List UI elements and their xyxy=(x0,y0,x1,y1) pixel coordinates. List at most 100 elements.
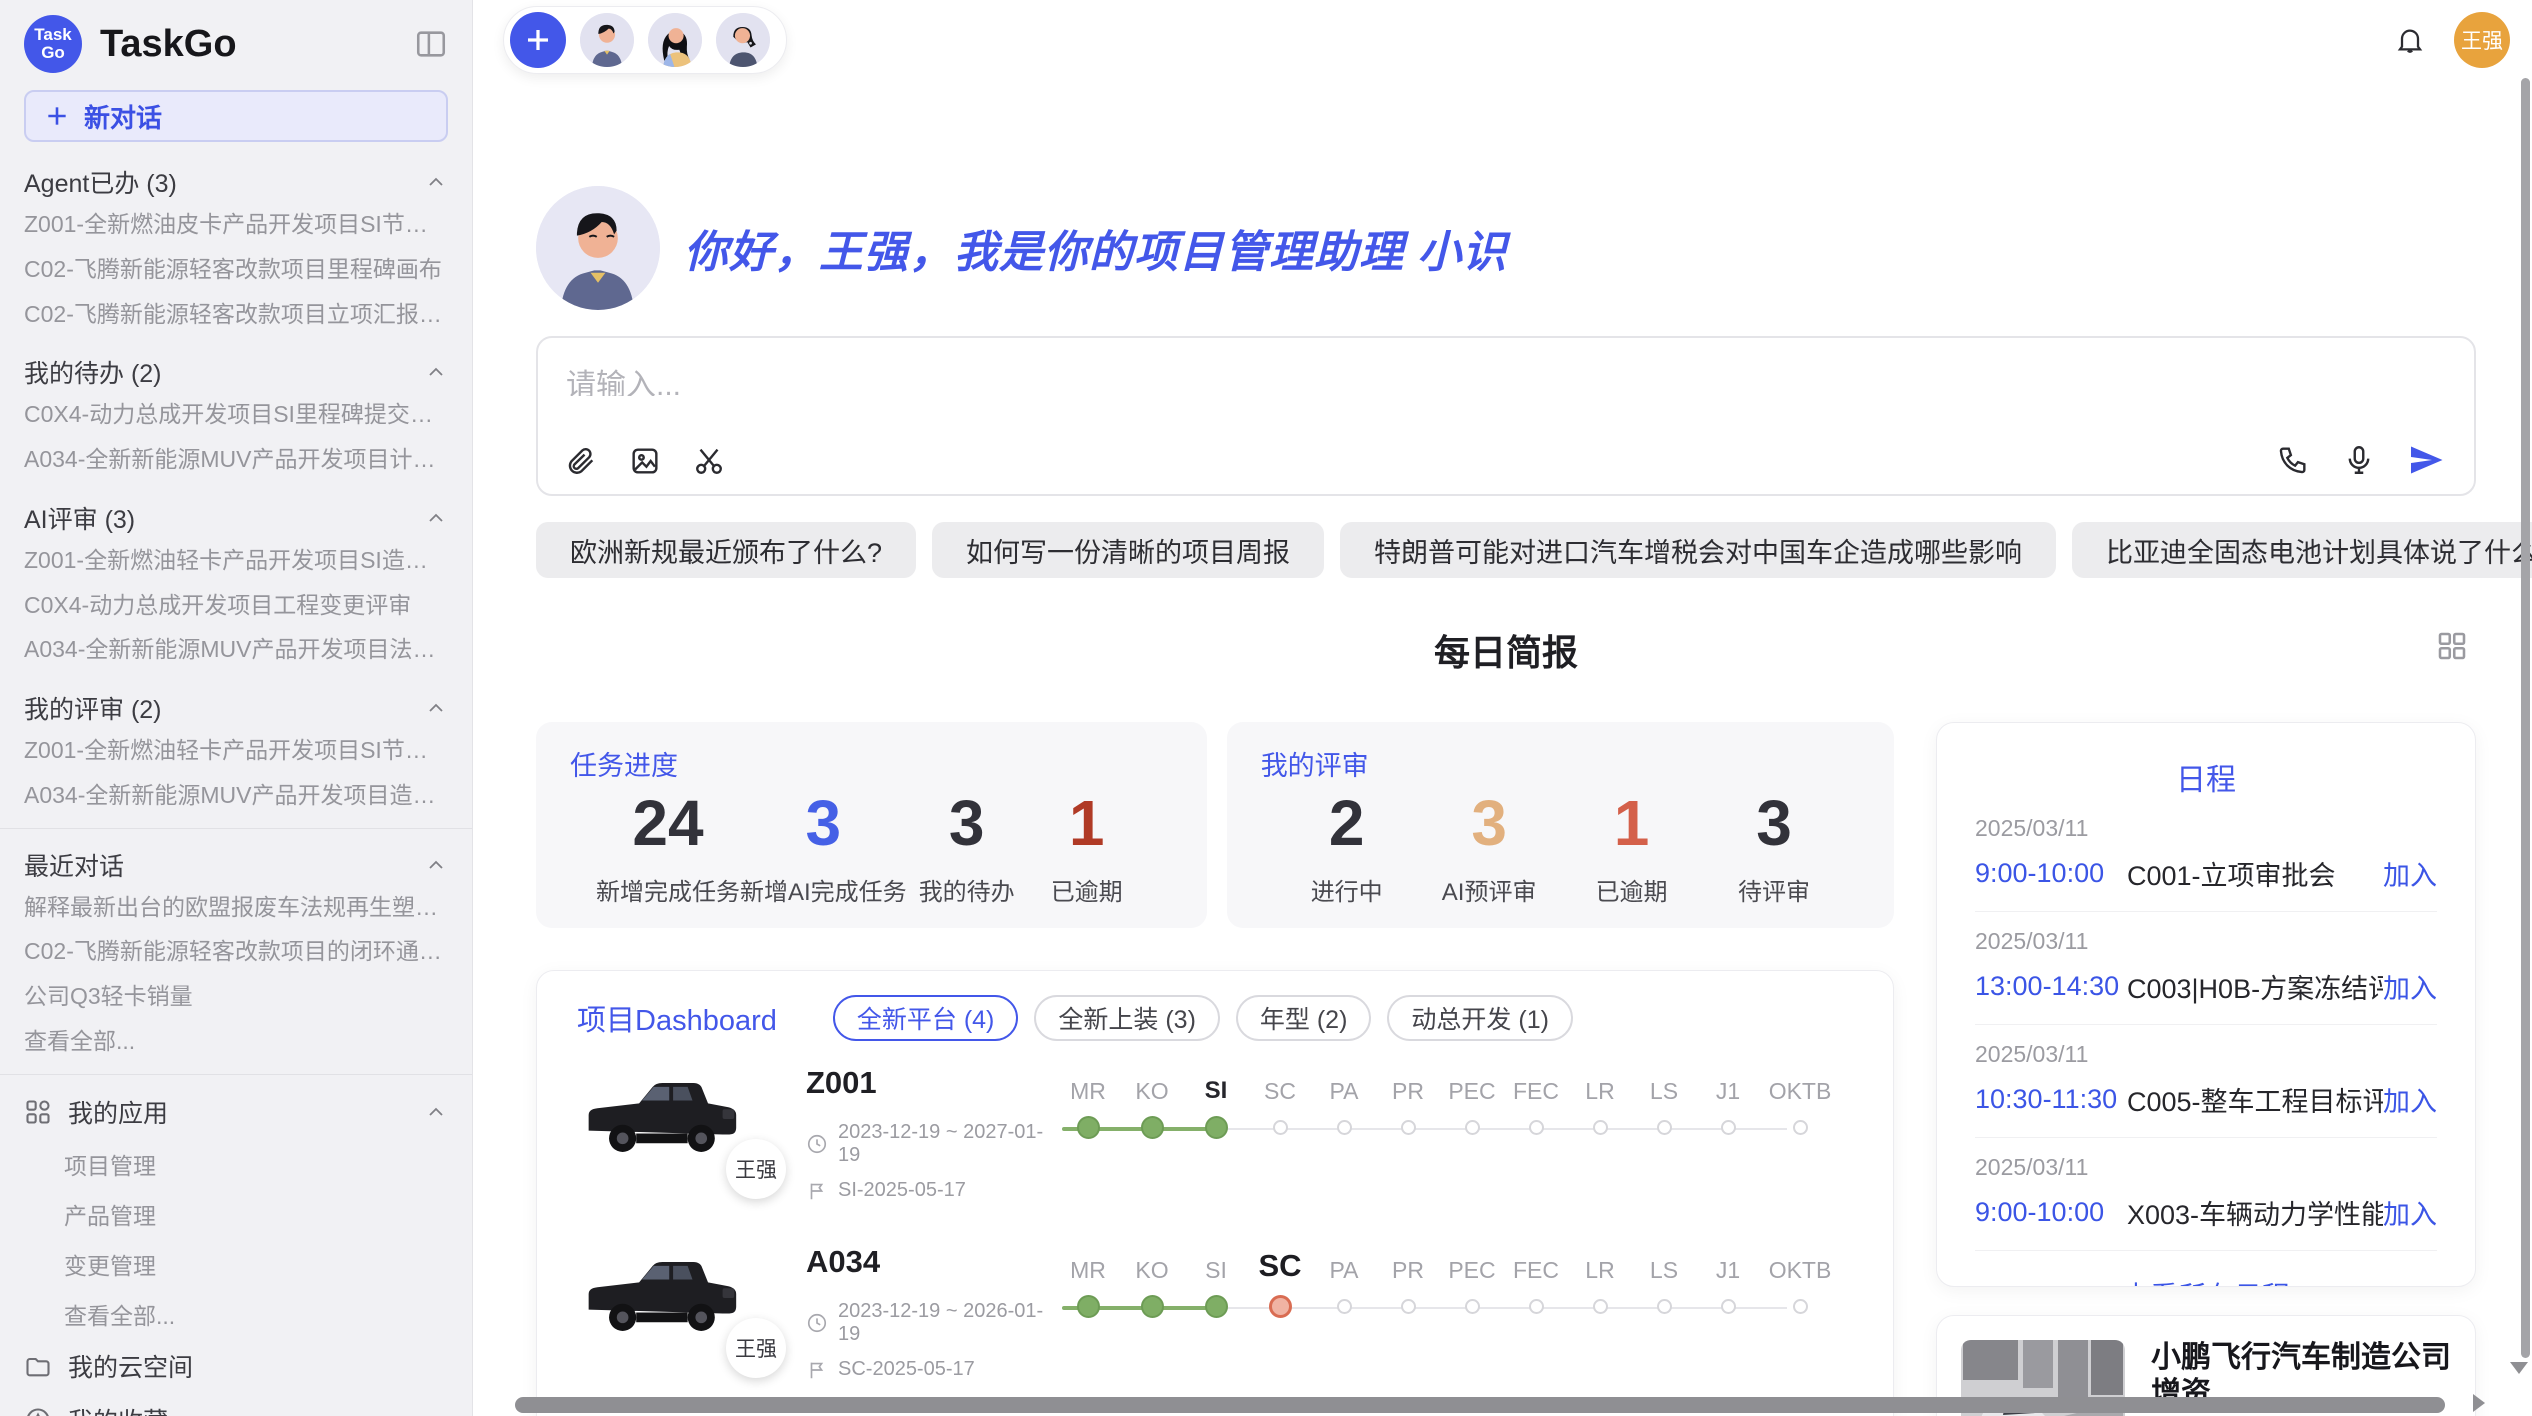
recent-chat-item[interactable]: 公司Q3轻卡销量 xyxy=(24,974,448,1019)
scissors-icon[interactable] xyxy=(692,444,726,478)
section-header[interactable]: 我的评审 (2) xyxy=(24,690,448,726)
sidebar-item[interactable]: C0X4-动力总成开发项目工程变更评审 xyxy=(24,583,448,628)
stat-item: 24 新增完成任务 xyxy=(596,785,740,907)
chevron-up-icon[interactable] xyxy=(424,696,448,720)
stat-value: 3 xyxy=(1756,785,1792,862)
sidebar-item[interactable]: C0X4-动力总成开发项目SI里程碑提交物检查 xyxy=(24,392,448,437)
suggestion-chip[interactable]: 欧洲新规最近颁布了什么? xyxy=(536,522,916,578)
avatar[interactable] xyxy=(580,13,634,67)
notifications-bell-icon[interactable] xyxy=(2394,24,2426,56)
schedule-item: 2025/03/11 10:30-11:30 C005-整车工程目标评审 加入 xyxy=(1975,1025,2437,1137)
section-header[interactable]: 我的待办 (2) xyxy=(24,354,448,390)
scroll-right-arrow-icon[interactable] xyxy=(2473,1394,2485,1412)
recent-view-all[interactable]: 查看全部... xyxy=(24,1019,448,1064)
avatar[interactable] xyxy=(716,13,770,67)
milestone-dot xyxy=(1721,1299,1736,1314)
suggestion-chips: 欧洲新规最近颁布了什么? 如何写一份清晰的项目周报 特朗普可能对进口汽车增税会对… xyxy=(536,522,2476,578)
schedule-item: 2025/03/11 13:00-14:30 C003|H0B-方案冻结评审 加… xyxy=(1975,912,2437,1024)
microphone-icon[interactable] xyxy=(2342,443,2376,477)
sidebar-item[interactable]: Z001-全新燃油皮卡产品开发项目SI节点Lesson Learn报告 xyxy=(24,202,448,247)
chevron-up-icon[interactable] xyxy=(424,506,448,530)
section-header[interactable]: Agent已办 (3) xyxy=(24,164,448,200)
sidebar-item[interactable]: C02-飞腾新能源轻客改款项目里程碑画布 xyxy=(24,247,448,292)
sidebar-item-cloud-space[interactable]: 我的云空间 xyxy=(0,1339,472,1393)
sidebar-item[interactable]: Z001-全新燃油轻卡产品开发项目SI节点属性5D文件评审 xyxy=(24,728,448,773)
image-icon[interactable] xyxy=(628,444,662,478)
chevron-up-icon[interactable] xyxy=(424,170,448,194)
join-link[interactable]: 加入 xyxy=(2383,967,2437,1006)
sidebar-item-favorites[interactable]: 我的收藏 xyxy=(0,1393,472,1416)
suggestion-chip[interactable]: 特朗普可能对进口汽车增税会对中国车企造成哪些影响 xyxy=(1340,522,2056,578)
app-item-view-all[interactable]: 查看全部... xyxy=(0,1289,472,1339)
project-row[interactable]: 王强 Z001 2023-12-19 ~ 2027-01-19 xyxy=(577,1057,1853,1202)
briefing-columns: 任务进度 24 新增完成任务 3 新增AI完成任务 xyxy=(536,722,2476,1416)
stat-value: 1 xyxy=(1069,785,1105,862)
filter-powertrain[interactable]: 动总开发 (1) xyxy=(1387,995,1573,1041)
stat-item: 3 新增AI完成任务 xyxy=(740,785,907,907)
milestone-current: SI xyxy=(1184,1071,1248,1149)
avatar[interactable] xyxy=(648,13,702,67)
milestone-timeline: MR KO SI SC PA PR PEC FEC LR LS xyxy=(1056,1250,1853,1328)
attachment-icon[interactable] xyxy=(564,444,598,478)
user-avatar[interactable]: 王强 xyxy=(2454,12,2510,68)
collapse-sidebar-icon[interactable] xyxy=(414,27,448,61)
card-title: 我的评审 xyxy=(1261,744,1860,783)
sidebar-item[interactable]: A034-全新新能源MUV产品开发项目法规符合性评审 xyxy=(24,627,448,672)
milestone-dot xyxy=(1141,1295,1164,1318)
recent-chat-item[interactable]: C02-飞腾新能源轻客改款项目的闭环通告反馈情况 xyxy=(24,929,448,974)
filter-year-model[interactable]: 年型 (2) xyxy=(1236,995,1372,1041)
phone-icon[interactable] xyxy=(2276,443,2310,477)
suggestion-chip[interactable]: 如何写一份清晰的项目周报 xyxy=(932,522,1324,578)
add-member-button[interactable] xyxy=(510,12,566,68)
project-car-image: 王强 xyxy=(577,1236,742,1366)
join-link[interactable]: 加入 xyxy=(2383,1080,2437,1119)
right-column: 日程 2025/03/11 9:00-10:00 C001-立项审批会 加入 2 xyxy=(1936,722,2476,1416)
stat-label: 我的待办 xyxy=(919,872,1015,907)
filter-new-body[interactable]: 全新上装 (3) xyxy=(1034,995,1220,1041)
milestone: FEC xyxy=(1504,1071,1568,1149)
vertical-scrollbar[interactable] xyxy=(2521,78,2530,1358)
milestone-current: SC xyxy=(1248,1250,1312,1328)
scroll-down-arrow-icon[interactable] xyxy=(2510,1362,2528,1374)
app-item-project-mgmt[interactable]: 项目管理 xyxy=(0,1139,472,1189)
send-icon[interactable] xyxy=(2408,442,2444,478)
sidebar-item[interactable]: Z001-全新燃油轻卡产品开发项目SI造型提交物评审 xyxy=(24,538,448,583)
main-content: 你好，王强，我是你的项目管理助理 小识 欧洲新规最近颁布了什么? 如何写一份清晰… xyxy=(473,74,2532,1416)
horizontal-scrollbar[interactable] xyxy=(515,1397,2445,1413)
project-row[interactable]: 王强 A034 2023-12-19 ~ 2026-01-19 xyxy=(577,1236,1853,1381)
join-link[interactable]: 加入 xyxy=(2383,1193,2437,1232)
filter-all-platform[interactable]: 全新平台 (4) xyxy=(833,995,1019,1041)
suggestion-chip[interactable]: 比亚迪全固态电池计划具体说了什么 xyxy=(2072,522,2532,578)
recent-chat-item[interactable]: 解释最新出台的欧盟报废车法规再生塑料比例被调至15%... xyxy=(24,885,448,930)
new-chat-button[interactable]: 新对话 xyxy=(24,90,448,142)
sidebar-item[interactable]: C02-飞腾新能源轻客改款项目立项汇报方案 xyxy=(24,292,448,337)
layout-grid-icon[interactable] xyxy=(2434,628,2470,664)
project-car-image: 王强 xyxy=(577,1057,742,1187)
stat-value: 3 xyxy=(949,785,985,862)
schedule-time: 9:00-10:00 xyxy=(1975,858,2127,889)
sidebar-item[interactable]: A034-全新新能源MUV产品开发项目造型可行性评审 xyxy=(24,773,448,818)
chevron-up-icon[interactable] xyxy=(424,1100,448,1124)
chevron-up-icon[interactable] xyxy=(424,853,448,877)
sidebar-item[interactable]: A034-全新新能源MUV产品开发项目计划变更表编写 xyxy=(24,437,448,482)
stat-label: 已逾期 xyxy=(1051,872,1123,907)
app-item-change-mgmt[interactable]: 变更管理 xyxy=(0,1239,472,1289)
topbar-right: 王强 xyxy=(2394,12,2510,68)
sidebar-item-my-apps[interactable]: 我的应用 xyxy=(0,1085,472,1139)
project-flag: SC-2025-05-17 xyxy=(806,1358,1056,1381)
stat-label: 已逾期 xyxy=(1596,872,1668,907)
section-header[interactable]: AI评审 (3) xyxy=(24,500,448,536)
view-all-schedule-link[interactable]: 查看所有日程 xyxy=(1975,1251,2437,1287)
plus-icon xyxy=(44,103,70,129)
project-name: Z001 xyxy=(806,1065,1056,1101)
section-title: 最近对话 xyxy=(24,847,124,883)
app-item-product-mgmt[interactable]: 产品管理 xyxy=(0,1189,472,1239)
sidebar-scroll: Agent已办 (3) Z001-全新燃油皮卡产品开发项目SI节点Lesson … xyxy=(0,146,472,1416)
taskgo-logo: Task Go xyxy=(24,15,82,73)
section-header[interactable]: 最近对话 xyxy=(24,847,448,883)
join-link[interactable]: 加入 xyxy=(2383,854,2437,893)
chevron-up-icon[interactable] xyxy=(424,360,448,384)
favorites-label: 我的收藏 xyxy=(68,1402,168,1416)
stat-label: 待评审 xyxy=(1738,872,1810,907)
chat-input[interactable] xyxy=(564,358,1923,396)
